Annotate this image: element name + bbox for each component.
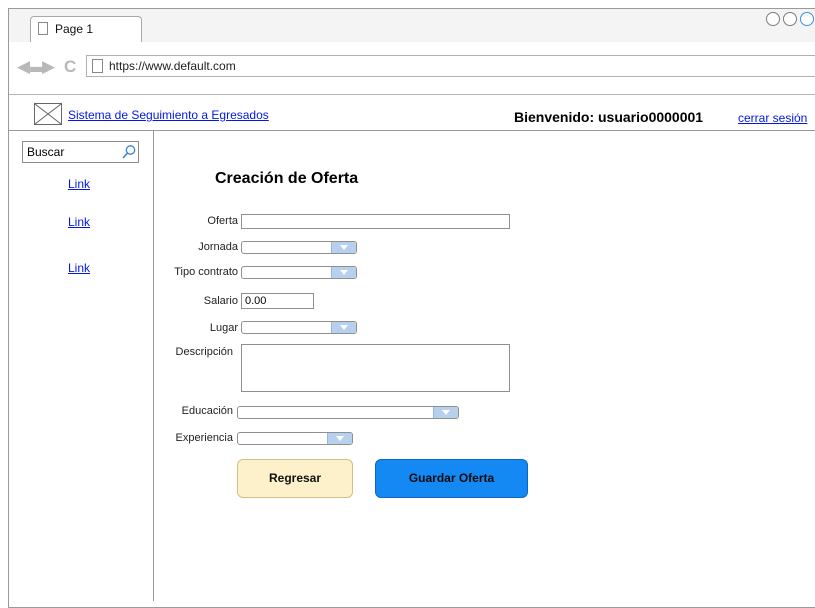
welcome-text: Bienvenido: usuario0000001 bbox=[514, 109, 704, 125]
window-control-icon[interactable] bbox=[800, 12, 814, 26]
salario-field[interactable]: 0.00 bbox=[241, 293, 314, 309]
lugar-label: Lugar bbox=[209, 322, 238, 334]
search-placeholder: Buscar bbox=[27, 145, 65, 159]
salario-label: Salario bbox=[203, 295, 238, 307]
sidebar-link[interactable]: Link bbox=[68, 177, 90, 191]
descripcion-label: Descripción bbox=[175, 346, 233, 358]
chevron-down-icon[interactable] bbox=[331, 242, 356, 253]
oferta-label: Oferta bbox=[207, 215, 238, 227]
page-icon bbox=[38, 22, 48, 35]
page-title: Creación de Oferta bbox=[215, 170, 359, 187]
jornada-select[interactable] bbox=[241, 241, 357, 254]
url-text: https://www.default.com bbox=[109, 59, 236, 73]
sidebar-link[interactable]: Link bbox=[68, 261, 90, 275]
logout-link[interactable]: cerrar sesión bbox=[738, 111, 807, 125]
save-offer-button[interactable]: Guardar Oferta bbox=[375, 459, 528, 498]
descripcion-textarea[interactable] bbox=[241, 344, 510, 392]
chevron-down-icon[interactable] bbox=[327, 433, 352, 444]
educacion-select[interactable] bbox=[237, 406, 459, 419]
chevron-down-icon[interactable] bbox=[331, 267, 356, 278]
chevron-down-icon[interactable] bbox=[331, 322, 356, 333]
logo-placeholder-icon bbox=[34, 103, 62, 125]
experiencia-label: Experiencia bbox=[175, 432, 233, 444]
sidebar-divider bbox=[153, 131, 154, 601]
page-icon bbox=[92, 59, 103, 73]
tipo-contrato-label: Tipo contrato bbox=[174, 266, 238, 278]
window-control-icon[interactable] bbox=[766, 12, 780, 26]
search-input[interactable]: Buscar bbox=[22, 141, 139, 163]
reload-icon[interactable]: C bbox=[64, 58, 76, 75]
browser-tab[interactable]: Page 1 bbox=[30, 16, 142, 42]
header-divider bbox=[9, 130, 815, 131]
educacion-label: Educación bbox=[181, 405, 233, 417]
back-button[interactable]: Regresar bbox=[237, 459, 353, 498]
chevron-down-icon[interactable] bbox=[433, 407, 458, 418]
lugar-select[interactable] bbox=[241, 321, 357, 334]
url-field[interactable]: https://www.default.com bbox=[86, 55, 815, 77]
tab-title: Page 1 bbox=[55, 22, 94, 36]
experiencia-select[interactable] bbox=[237, 432, 353, 445]
search-icon[interactable] bbox=[121, 144, 137, 160]
site-title-link[interactable]: Sistema de Seguimiento a Egresados bbox=[68, 108, 269, 122]
oferta-field[interactable] bbox=[241, 214, 510, 229]
forward-arrow-icon[interactable]: ▶ bbox=[42, 58, 55, 75]
browser-window bbox=[8, 8, 815, 608]
window-control-icon[interactable] bbox=[783, 12, 797, 26]
sidebar-link[interactable]: Link bbox=[68, 215, 90, 229]
jornada-label: Jornada bbox=[198, 241, 238, 253]
tipo-contrato-select[interactable] bbox=[241, 266, 357, 279]
